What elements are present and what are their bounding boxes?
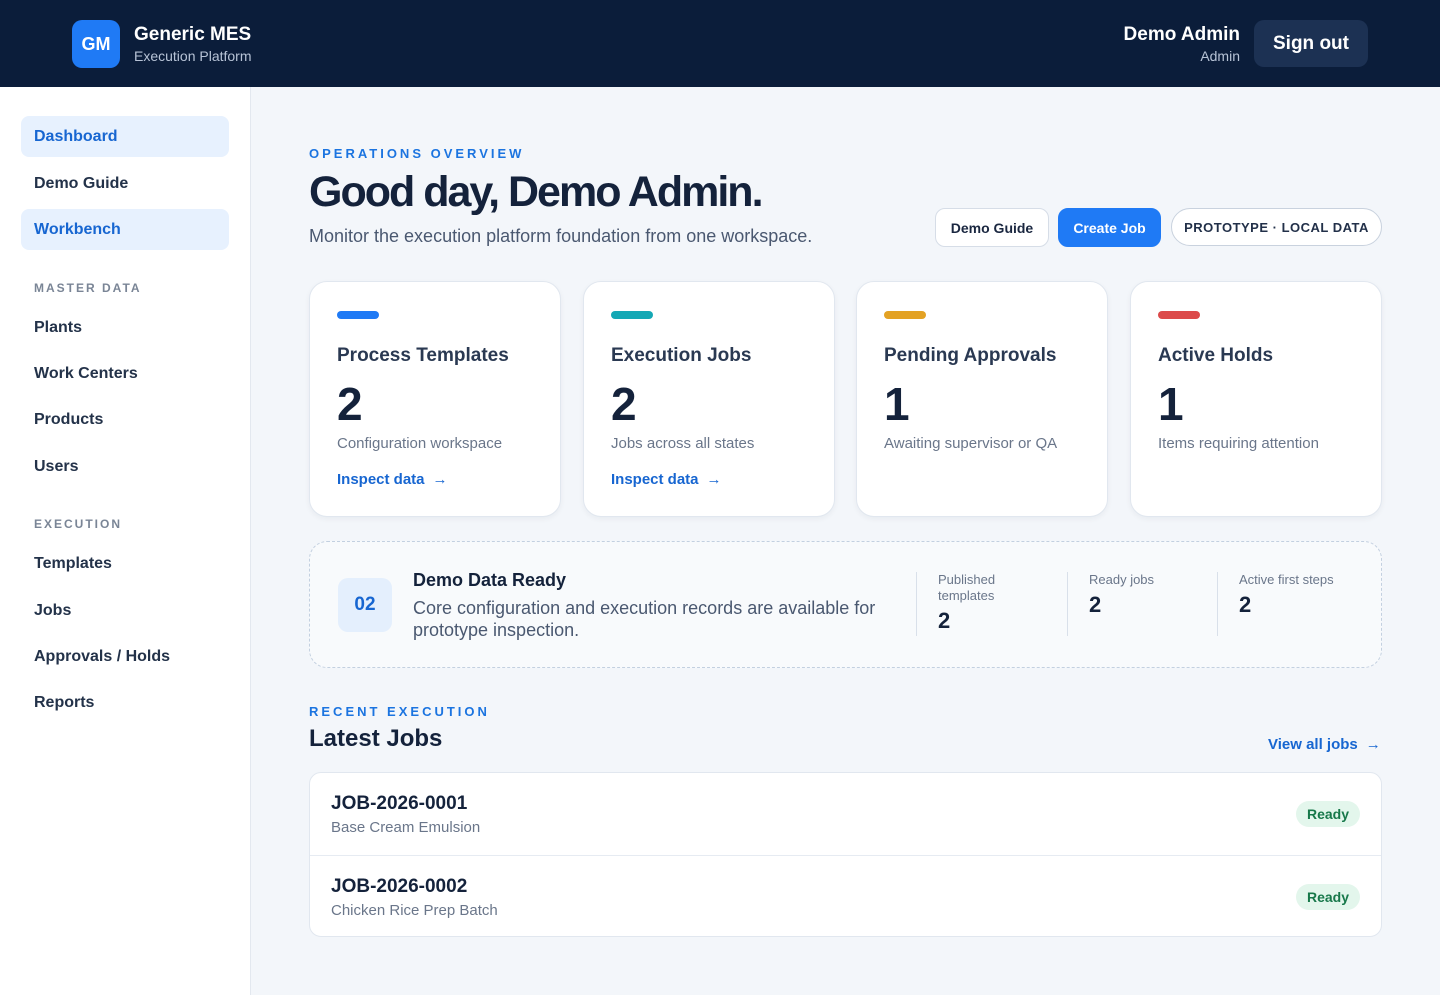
card-value: 2 [337,378,363,430]
sidebar-item-work-centers[interactable]: Work Centers [21,353,229,394]
sidebar-section-master-data: MASTER DATA [34,281,142,295]
demo-guide-button[interactable]: Demo Guide [935,208,1049,247]
stat-ready-jobs: Ready jobs 2 [1067,572,1197,636]
card-process-templates: Process Templates 2 Configuration worksp… [309,281,561,517]
stat-value: 2 [938,608,951,633]
stat-published-templates: Published templates 2 [916,572,1046,636]
card-pending-approvals: Pending Approvals 1 Awaiting supervisor … [856,281,1108,517]
card-title: Pending Approvals [884,345,1057,366]
user-name: Demo Admin [1123,24,1240,45]
job-row[interactable]: JOB-2026-0001 Base Cream Emulsion Ready [310,773,1381,855]
sidebar-item-dashboard[interactable]: Dashboard [21,116,229,157]
step-badge: 02 [338,578,392,632]
operations-overview-eyebrow: OPERATIONS OVERVIEW [309,146,525,161]
job-name: Chicken Rice Prep Batch [331,902,498,919]
sidebar-item-products[interactable]: Products [21,399,229,440]
stat-value: 2 [1239,592,1252,617]
recent-execution-eyebrow: RECENT EXECUTION [309,704,490,719]
user-role: Admin [1200,48,1240,64]
card-description: Configuration workspace [337,435,503,452]
card-accent-bar [1158,311,1200,319]
card-active-holds: Active Holds 1 Items requiring attention [1130,281,1382,517]
sidebar-item-templates[interactable]: Templates [21,543,229,584]
view-all-jobs-label: View all jobs [1268,736,1358,753]
sidebar-section-execution: EXECUTION [34,517,123,531]
demo-title: Demo Data Ready [413,570,567,590]
card-description: Awaiting supervisor or QA [884,435,1058,452]
sidebar-item-users[interactable]: Users [21,446,229,487]
app-subtitle: Execution Platform [134,48,252,64]
inspect-data-link[interactable]: Inspect data → [337,471,448,488]
card-accent-bar [611,311,653,319]
job-id: JOB-2026-0002 [331,876,468,897]
sidebar-item-jobs[interactable]: Jobs [21,590,229,631]
view-all-jobs-link[interactable]: View all jobs → [1268,736,1381,753]
stat-label: Ready jobs [1089,572,1155,587]
card-value: 1 [1158,378,1184,430]
arrow-right-icon: → [1365,736,1381,753]
page-title: Good day, Demo Admin. [309,168,764,216]
stat-active-first-steps: Active first steps 2 [1217,572,1367,636]
card-title: Active Holds [1158,345,1274,366]
card-description: Items requiring attention [1158,435,1319,452]
card-value: 2 [611,378,637,430]
sidebar-item-approvals-holds[interactable]: Approvals / Holds [21,636,229,677]
card-accent-bar [884,311,926,319]
stat-label: Published templates [938,572,996,603]
app-logo[interactable]: GM [72,20,120,68]
card-title: Process Templates [337,345,509,366]
sidebar-item-reports[interactable]: Reports [21,682,229,723]
card-value: 1 [884,378,910,430]
sign-out-button[interactable]: Sign out [1254,20,1368,67]
top-bar: GM Generic MES Execution Platform Demo A… [0,0,1440,87]
latest-jobs-list: JOB-2026-0001 Base Cream Emulsion Ready … [309,772,1382,937]
app-name: Generic MES [134,24,252,45]
arrow-right-icon: → [706,471,722,488]
status-badge: Ready [1295,884,1360,910]
sidebar-item-workbench[interactable]: Workbench [21,209,229,250]
sidebar-item-plants[interactable]: Plants [21,307,229,348]
job-name: Base Cream Emulsion [331,819,481,836]
inspect-data-label: Inspect data [337,471,425,488]
demo-description: Core configuration and execution records… [413,598,876,640]
job-row[interactable]: JOB-2026-0002 Chicken Rice Prep Batch Re… [310,855,1381,936]
card-execution-jobs: Execution Jobs 2 Jobs across all states … [583,281,835,517]
card-description: Jobs across all states [611,435,755,452]
card-title: Execution Jobs [611,345,752,366]
stat-label: Active first steps [1239,572,1334,587]
demo-data-panel: 02 Demo Data Ready Core configuration an… [309,541,1382,668]
job-id: JOB-2026-0001 [331,793,468,814]
section-title: Latest Jobs [309,725,443,752]
arrow-right-icon: → [432,471,448,488]
inspect-data-label: Inspect data [611,471,699,488]
stat-value: 2 [1089,592,1102,617]
card-accent-bar [337,311,379,319]
mode-badge: PROTOTYPE · LOCAL DATA [1171,208,1382,246]
sidebar-item-demo-guide[interactable]: Demo Guide [21,163,229,204]
inspect-data-link[interactable]: Inspect data → [611,471,722,488]
status-badge: Ready [1295,801,1360,827]
page-subtitle: Monitor the execution platform foundatio… [309,226,813,246]
create-job-button[interactable]: Create Job [1058,208,1161,247]
sidebar: Dashboard Demo Guide Workbench MASTER DA… [0,87,251,995]
